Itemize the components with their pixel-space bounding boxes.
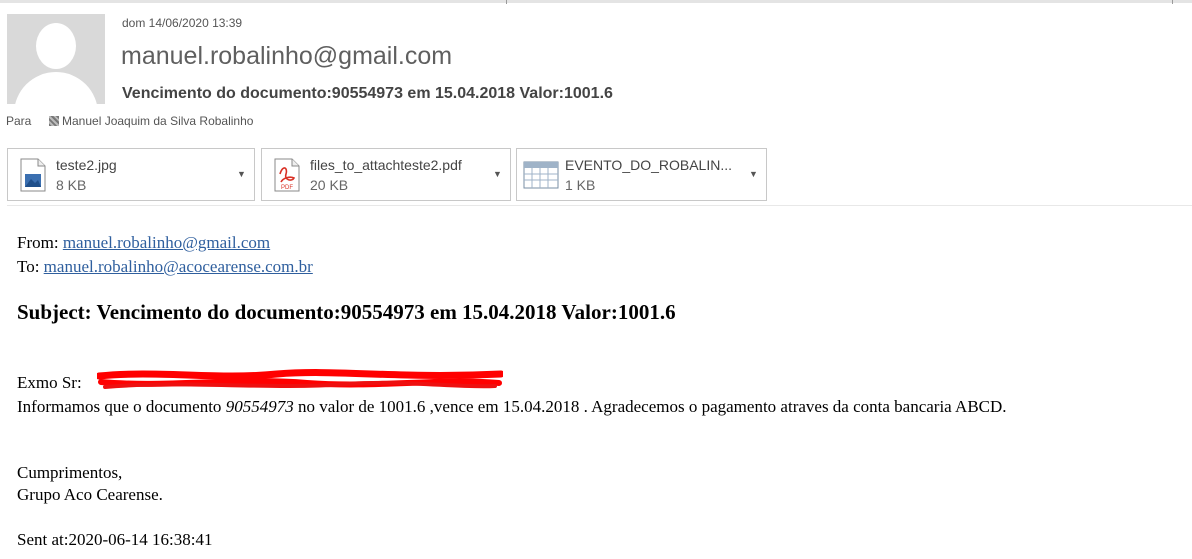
sender-avatar — [7, 14, 105, 104]
attachment-name: teste2.jpg — [56, 157, 117, 173]
recipient-name[interactable]: Manuel Joaquim da Silva Robalinho — [62, 114, 253, 128]
body-paragraph-suffix: no valor de 1001.6 ,vence em 15.04.2018 … — [293, 397, 1007, 416]
body-to-line: To: manuel.robalinho@acocearense.com.br — [17, 257, 313, 277]
top-divider-tick — [1172, 0, 1173, 4]
image-file-icon — [20, 158, 46, 192]
window-top-border — [0, 0, 1192, 3]
attachment-menu-arrow-icon[interactable]: ▼ — [237, 169, 246, 179]
to-label: Para — [6, 114, 32, 128]
body-closing: Cumprimentos, — [17, 463, 123, 482]
avatar-body-shape — [14, 72, 98, 104]
body-to-label: To: — [17, 257, 44, 276]
sender-address[interactable]: manuel.robalinho@gmail.com — [121, 42, 452, 71]
calendar-file-icon — [523, 161, 559, 189]
email-subject: Vencimento do documento:90554973 em 15.0… — [122, 85, 613, 102]
attachment-size: 20 KB — [310, 177, 349, 193]
pdf-label: PDF — [281, 185, 293, 191]
body-greeting: Exmo Sr: — [17, 373, 82, 392]
body-paragraph: Informamos que o documento 90554973 no v… — [17, 397, 1007, 417]
body-from-line: From: manuel.robalinho@gmail.com — [17, 233, 270, 253]
attachment-name: EVENTO_DO_ROBALIN... — [565, 157, 733, 173]
email-date: dom 14/06/2020 13:39 — [122, 16, 243, 30]
top-divider-tick — [506, 0, 507, 4]
avatar-head-shape — [36, 23, 76, 69]
body-from-label: From: — [17, 233, 63, 252]
body-to-email-link[interactable]: manuel.robalinho@acocearense.com.br — [44, 257, 313, 276]
presence-status-icon — [49, 116, 59, 126]
attachment-size: 1 KB — [565, 177, 596, 193]
attachment-menu-arrow-icon[interactable]: ▼ — [749, 169, 758, 179]
attachment-name: files_to_attachteste2.pdf — [310, 157, 462, 173]
header-separator — [7, 205, 1192, 206]
redaction-scribble — [97, 369, 503, 389]
body-from-email-link[interactable]: manuel.robalinho@gmail.com — [63, 233, 270, 252]
body-paragraph-prefix: Informamos que o documento — [17, 397, 226, 416]
attachment-size: 8 KB — [56, 177, 87, 193]
body-subject-line: Subject: Vencimento do documento:9055497… — [17, 300, 676, 324]
attachment-menu-arrow-icon[interactable]: ▼ — [493, 169, 502, 179]
attachment-pdf[interactable]: PDF files_to_attachteste2.pdf 20 KB ▼ — [261, 148, 511, 201]
attachment-teste2-jpg[interactable]: teste2.jpg 8 KB ▼ — [7, 148, 255, 201]
body-sent-at: Sent at:2020-06-14 16:38:41 — [17, 530, 213, 549]
body-doc-number: 90554973 — [225, 397, 294, 416]
attachment-evento[interactable]: EVENTO_DO_ROBALIN... 1 KB ▼ — [516, 148, 767, 201]
body-signature: Grupo Aco Cearense. — [17, 485, 163, 504]
pdf-file-icon: PDF — [274, 158, 300, 192]
